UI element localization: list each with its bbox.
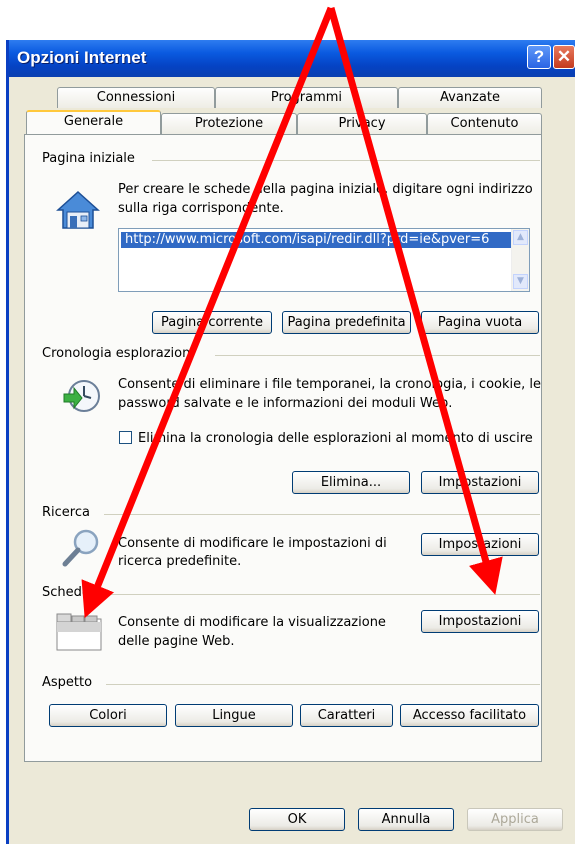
ok-button[interactable]: OK (249, 808, 345, 831)
home-description-line1: Per creare le schede della pagina inizia… (118, 182, 533, 197)
history-settings-button[interactable]: Impostazioni (421, 471, 539, 494)
tabs-section-label: Schede (42, 585, 90, 600)
colors-button[interactable]: Colori (49, 704, 167, 727)
history-section-label: Cronologia esplorazioni (42, 346, 194, 361)
tabs-description-line2: delle pagine Web. (118, 634, 235, 649)
close-button[interactable]: ✕ (553, 45, 575, 69)
home-icon (56, 190, 100, 229)
search-settings-button[interactable]: Impostazioni (421, 533, 539, 556)
separator (104, 514, 540, 515)
delete-on-exit-checkbox[interactable] (119, 431, 132, 444)
tab-protezione[interactable]: Protezione (161, 113, 297, 134)
home-description-line2: sulla riga corrispondente. (118, 201, 284, 216)
home-url-textarea[interactable]: http://www.microsoft.com/isapi/redir.dll… (118, 228, 530, 292)
tab-programmi[interactable]: Programmi (215, 87, 398, 108)
history-description-line1: Consente di eliminare i file temporanei,… (118, 377, 541, 392)
tab-avanzate[interactable]: Avanzate (398, 87, 542, 108)
scroll-down-arrow-icon[interactable]: ▼ (513, 274, 528, 289)
search-magnifier-icon (62, 529, 99, 567)
blank-page-button[interactable]: Pagina vuota (421, 311, 539, 334)
home-section-label: Pagina iniziale (42, 151, 135, 166)
apply-button[interactable]: Applica (467, 808, 563, 831)
tabbed-pages-icon (56, 613, 102, 651)
help-button[interactable]: ? (527, 45, 551, 69)
languages-button[interactable]: Lingue (175, 704, 293, 727)
delete-on-exit-label: Elimina la cronologia delle esplorazioni… (138, 431, 533, 446)
home-url-value: http://www.microsoft.com/isapi/redir.dll… (121, 232, 511, 248)
search-description-line2: ricerca predefinite. (118, 554, 242, 569)
separator (152, 160, 540, 161)
separator (106, 684, 540, 685)
search-description-line1: Consente di modificare le impostazioni d… (118, 536, 387, 551)
url-scrollbar[interactable]: ▲ ▼ (511, 229, 529, 291)
tab-generale[interactable]: Generale (26, 110, 161, 134)
separator (100, 594, 540, 595)
current-page-button[interactable]: Pagina corrente (152, 311, 272, 334)
tabs-settings-button[interactable]: Impostazioni (421, 610, 539, 633)
history-clock-icon (63, 380, 100, 412)
window-title: Opzioni Internet (17, 48, 147, 67)
appearance-section-label: Aspetto (42, 675, 93, 690)
scroll-up-arrow-icon[interactable]: ▲ (513, 230, 528, 245)
separator (215, 355, 540, 356)
accessibility-button[interactable]: Accesso facilitato (400, 704, 539, 727)
tabs-description-line1: Consente di modificare la visualizzazion… (118, 615, 386, 630)
history-description-line2: password salvate e le informazioni dei m… (118, 396, 453, 411)
cancel-button[interactable]: Annulla (358, 808, 454, 831)
delete-history-button[interactable]: Elimina... (292, 471, 410, 494)
default-page-button[interactable]: Pagina predefinita (282, 311, 411, 334)
tab-privacy[interactable]: Privacy (297, 113, 427, 134)
search-section-label: Ricerca (42, 505, 90, 520)
fonts-button[interactable]: Caratteri (300, 704, 393, 727)
tab-connessioni[interactable]: Connessioni (57, 87, 215, 108)
title-bar[interactable]: Opzioni Internet ? ✕ (9, 40, 575, 77)
tab-contenuto[interactable]: Contenuto (427, 113, 542, 134)
